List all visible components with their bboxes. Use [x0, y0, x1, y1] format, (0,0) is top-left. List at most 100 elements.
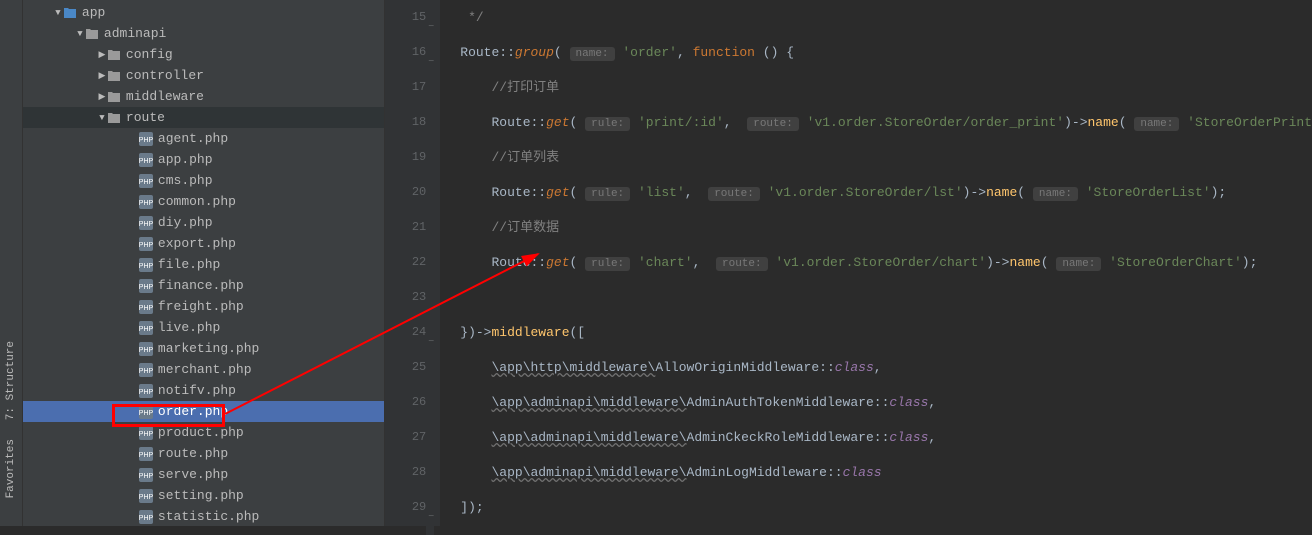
- tree-label: export.php: [158, 236, 236, 251]
- tree-label: controller: [126, 68, 204, 83]
- structure-tab[interactable]: 7: Structure: [5, 341, 17, 420]
- tree-item-file-php[interactable]: PHPfile.php: [23, 254, 384, 275]
- folder-icon: [107, 49, 121, 61]
- php-file-icon: PHP: [139, 342, 153, 356]
- tree-arrow[interactable]: ▼: [97, 113, 107, 123]
- svg-text:PHP: PHP: [139, 263, 153, 270]
- tree-label: middleware: [126, 89, 204, 104]
- tree-label: notifv.php: [158, 383, 236, 398]
- tree-item-setting-php[interactable]: PHP setting.php: [23, 485, 384, 506]
- line-number[interactable]: 19: [385, 140, 426, 175]
- tree-item-live-php[interactable]: PHPlive.php: [23, 317, 384, 338]
- tree-arrow[interactable]: ▶: [97, 50, 107, 60]
- favorites-tab[interactable]: Favorites: [5, 439, 17, 498]
- tree-label: app: [82, 5, 105, 20]
- php-file-icon: PHP: [139, 195, 153, 209]
- tree-item-finance-php[interactable]: PHP finance.php: [23, 275, 384, 296]
- code-line: //打印订单: [460, 70, 1312, 105]
- php-file-icon: PHP: [139, 405, 153, 419]
- tree-item-order-php[interactable]: PHPorder.php: [23, 401, 384, 422]
- tree-item-middleware[interactable]: ▶ middleware: [23, 86, 384, 107]
- tree-item-serve-php[interactable]: PHP serve.php: [23, 464, 384, 485]
- tree-item-merchant-php[interactable]: PHPmerchant.php: [23, 359, 384, 380]
- tree-arrow[interactable]: ▶: [97, 71, 107, 81]
- svg-text:PHP: PHP: [139, 305, 153, 312]
- fold-toggle-icon[interactable]: −: [426, 325, 434, 360]
- fold-toggle-icon[interactable]: −: [426, 45, 434, 80]
- code-line: \app\adminapi\middleware\AdminAuthTokenM…: [460, 385, 1312, 420]
- tree-item-app-php[interactable]: PHPapp.php: [23, 149, 384, 170]
- svg-text:PHP: PHP: [139, 284, 153, 291]
- tree-item-common-php[interactable]: PHP common.php: [23, 191, 384, 212]
- tree-item-controller[interactable]: ▶ controller: [23, 65, 384, 86]
- php-file-icon: PHP: [139, 489, 153, 503]
- tree-item-marketing-php[interactable]: PHP marketing.php: [23, 338, 384, 359]
- code-line: //订单列表: [460, 140, 1312, 175]
- tree-arrow[interactable]: ▼: [75, 29, 85, 39]
- tree-arrow[interactable]: ▶: [97, 92, 107, 102]
- left-tool-strip: 7: Structure Favorites: [0, 0, 23, 526]
- code-line: [460, 280, 1312, 315]
- line-number[interactable]: 24−: [385, 315, 426, 350]
- line-number[interactable]: 25: [385, 350, 426, 385]
- fold-toggle-icon[interactable]: −: [426, 10, 434, 45]
- tree-item-export-php[interactable]: PHP export.php: [23, 233, 384, 254]
- tree-item-app[interactable]: ▼ app: [23, 2, 384, 23]
- line-number[interactable]: 23: [385, 280, 426, 315]
- line-number[interactable]: 28: [385, 455, 426, 490]
- tree-item-route-php[interactable]: PHProute.php: [23, 443, 384, 464]
- tree-label: serve.php: [158, 467, 228, 482]
- tree-arrow[interactable]: ▼: [53, 8, 63, 18]
- code-view[interactable]: */ Route::group( name: 'order', function…: [440, 0, 1312, 526]
- line-number[interactable]: 22: [385, 245, 426, 280]
- tree-item-product-php[interactable]: PHPproduct.php: [23, 422, 384, 443]
- line-number[interactable]: 21: [385, 210, 426, 245]
- tree-item-statistic-php[interactable]: PHPstatistic.php: [23, 506, 384, 526]
- tree-label: merchant.php: [158, 362, 252, 377]
- ide-root: 7: Structure Favorites ▼ app ▼adminapi ▶ con…: [0, 0, 1312, 526]
- line-number[interactable]: 15−: [385, 0, 426, 35]
- tree-item-route[interactable]: ▼route: [23, 107, 384, 128]
- line-number[interactable]: 16−: [385, 35, 426, 70]
- folder-icon: [107, 91, 121, 103]
- svg-text:PHP: PHP: [139, 242, 153, 249]
- folder-icon: [107, 112, 121, 124]
- tree-label: marketing.php: [158, 341, 259, 356]
- svg-text:PHP: PHP: [139, 200, 153, 207]
- tree-item-config[interactable]: ▶ config: [23, 44, 384, 65]
- line-number[interactable]: 20: [385, 175, 426, 210]
- project-tree[interactable]: ▼ app ▼adminapi ▶ config ▶ controller ▶ middlewa…: [23, 0, 385, 526]
- tree-item-notifv-php[interactable]: PHPnotifv.php: [23, 380, 384, 401]
- line-number[interactable]: 29−: [385, 490, 426, 525]
- tree-item-cms-php[interactable]: PHPcms.php: [23, 170, 384, 191]
- tree-label: config: [126, 47, 173, 62]
- folder-icon: [107, 70, 121, 82]
- tree-item-agent-php[interactable]: PHP agent.php: [23, 128, 384, 149]
- fold-toggle-icon[interactable]: −: [426, 500, 434, 535]
- tree-item-adminapi[interactable]: ▼adminapi: [23, 23, 384, 44]
- editor-area[interactable]: 15−16−1718192021222324−2526272829− */ Ro…: [385, 0, 1312, 526]
- php-file-icon: PHP: [139, 321, 153, 335]
- tree-label: common.php: [158, 194, 236, 209]
- php-file-icon: PHP: [139, 300, 153, 314]
- tree-label: product.php: [158, 425, 244, 440]
- tree-label: finance.php: [158, 278, 244, 293]
- svg-text:PHP: PHP: [139, 494, 153, 501]
- php-file-icon: PHP: [139, 468, 153, 482]
- tree-label: setting.php: [158, 488, 244, 503]
- code-line: //订单数据: [460, 210, 1312, 245]
- php-file-icon: PHP: [139, 216, 153, 230]
- tree-label: statistic.php: [158, 509, 259, 524]
- svg-text:PHP: PHP: [139, 137, 153, 144]
- line-number[interactable]: 18: [385, 105, 426, 140]
- php-file-icon: PHP: [139, 174, 153, 188]
- tree-label: agent.php: [158, 131, 228, 146]
- tree-label: diy.php: [158, 215, 213, 230]
- line-number[interactable]: 26: [385, 385, 426, 420]
- code-line: */: [460, 0, 1312, 35]
- code-line: Route::group( name: 'order', function ()…: [460, 35, 1312, 70]
- line-number[interactable]: 17: [385, 70, 426, 105]
- line-number[interactable]: 27: [385, 420, 426, 455]
- tree-item-diy-php[interactable]: PHP diy.php: [23, 212, 384, 233]
- tree-item-freight-php[interactable]: PHPfreight.php: [23, 296, 384, 317]
